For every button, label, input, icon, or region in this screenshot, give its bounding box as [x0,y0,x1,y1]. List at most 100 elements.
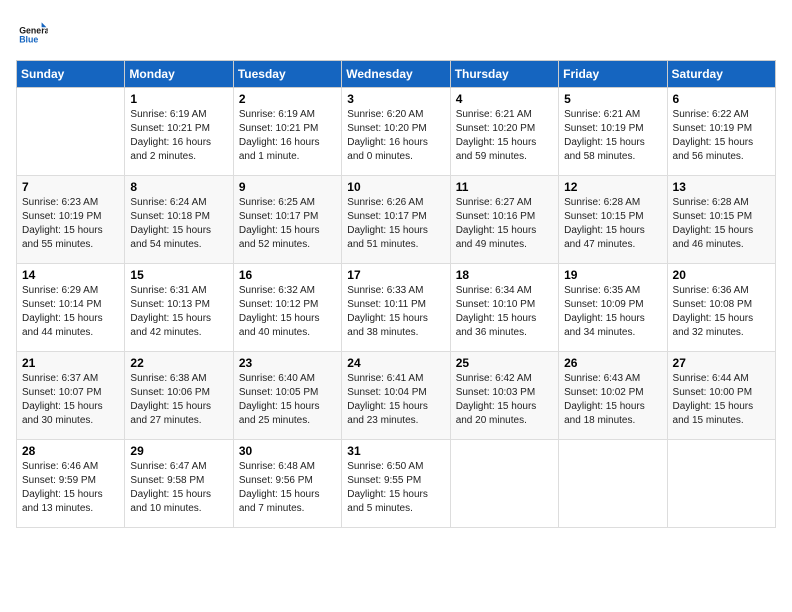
calendar-cell: 17Sunrise: 6:33 AM Sunset: 10:11 PM Dayl… [342,264,450,352]
calendar-cell: 25 Sunrise: 6:42 AM Sunset: 10:03 PM Dayl… [450,352,558,440]
calendar-cell: 8Sunrise: 6:24 AM Sunset: 10:18 PM Dayli… [125,176,233,264]
page-header: General Blue [16,16,776,48]
day-number: 28 [22,444,119,458]
calendar-cell: 13Sunrise: 6:28 AM Sunset: 10:15 PM Dayl… [667,176,775,264]
day-number: 26 [564,356,661,370]
column-header-tuesday: Tuesday [233,61,341,88]
column-header-thursday: Thursday [450,61,558,88]
calendar-cell: 22 Sunrise: 6:38 AM Sunset: 10:06 PM Dayl… [125,352,233,440]
day-info: Sunrise: 6:42 AM Sunset: 10:03 PM Daylig… [456,372,553,428]
svg-text:Blue: Blue [19,34,38,44]
day-number: 27 [673,356,770,370]
calendar-body: 1 Sunrise: 6:19 AM Sunset: 10:21 PM Dayli… [17,88,776,528]
calendar-header-row: SundayMondayTuesdayWednesdayThursdayFrid… [17,61,776,88]
calendar-week-3: 14 Sunrise: 6:29 AM Sunset: 10:14 PM Dayl… [17,264,776,352]
day-info: Sunrise: 6:29 AM Sunset: 10:14 PM Daylig… [22,284,119,340]
calendar-cell [450,440,558,528]
day-number: 2 [239,92,336,106]
calendar-cell: 2 Sunrise: 6:19 AM Sunset: 10:21 PM Dayli… [233,88,341,176]
calendar-cell [667,440,775,528]
day-number: 22 [130,356,227,370]
day-info: Sunrise: 6:28 AM Sunset: 10:15 PM Daylig… [564,196,661,252]
calendar-cell: 9Sunrise: 6:25 AM Sunset: 10:17 PM Dayli… [233,176,341,264]
day-number: 3 [347,92,444,106]
day-info: Sunrise: 6:19 AM Sunset: 10:21 PM Daylig… [239,108,336,164]
column-header-sunday: Sunday [17,61,125,88]
calendar-week-1: 1 Sunrise: 6:19 AM Sunset: 10:21 PM Dayli… [17,88,776,176]
day-info: Sunrise: 6:50 AM Sunset: 9:55 PM Dayligh… [347,460,444,516]
day-info: Sunrise: 6:21 AM Sunset: 10:20 PM Daylig… [456,108,553,164]
day-info: Sunrise: 6:47 AM Sunset: 9:58 PM Dayligh… [130,460,227,516]
day-info: Sunrise: 6:26 AM Sunset: 10:17 PM Daylig… [347,196,444,252]
day-number: 4 [456,92,553,106]
day-number: 17 [347,268,444,282]
column-header-saturday: Saturday [667,61,775,88]
day-number: 25 [456,356,553,370]
calendar-cell: 21Sunrise: 6:37 AM Sunset: 10:07 PM Dayl… [17,352,125,440]
calendar-cell: 11 Sunrise: 6:27 AM Sunset: 10:16 PM Dayl… [450,176,558,264]
calendar-cell: 1 Sunrise: 6:19 AM Sunset: 10:21 PM Dayli… [125,88,233,176]
calendar-cell: 3 Sunrise: 6:20 AM Sunset: 10:20 PM Dayli… [342,88,450,176]
day-number: 6 [673,92,770,106]
calendar-cell: 30Sunrise: 6:48 AM Sunset: 9:56 PM Dayli… [233,440,341,528]
day-number: 12 [564,180,661,194]
calendar-cell: 4 Sunrise: 6:21 AM Sunset: 10:20 PM Dayli… [450,88,558,176]
calendar-cell: 12 Sunrise: 6:28 AM Sunset: 10:15 PM Dayl… [559,176,667,264]
day-info: Sunrise: 6:41 AM Sunset: 10:04 PM Daylig… [347,372,444,428]
calendar-cell: 26 Sunrise: 6:43 AM Sunset: 10:02 PM Dayl… [559,352,667,440]
day-info: Sunrise: 6:31 AM Sunset: 10:13 PM Daylig… [130,284,227,340]
calendar-cell: 23Sunrise: 6:40 AM Sunset: 10:05 PM Dayl… [233,352,341,440]
day-info: Sunrise: 6:27 AM Sunset: 10:16 PM Daylig… [456,196,553,252]
day-number: 18 [456,268,553,282]
day-info: Sunrise: 6:44 AM Sunset: 10:00 PM Daylig… [673,372,770,428]
day-info: Sunrise: 6:21 AM Sunset: 10:19 PM Daylig… [564,108,661,164]
day-info: Sunrise: 6:32 AM Sunset: 10:12 PM Daylig… [239,284,336,340]
calendar-cell: 28Sunrise: 6:46 AM Sunset: 9:59 PM Dayli… [17,440,125,528]
day-info: Sunrise: 6:37 AM Sunset: 10:07 PM Daylig… [22,372,119,428]
day-info: Sunrise: 6:36 AM Sunset: 10:08 PM Daylig… [673,284,770,340]
day-info: Sunrise: 6:23 AM Sunset: 10:19 PM Daylig… [22,196,119,252]
day-number: 10 [347,180,444,194]
day-number: 19 [564,268,661,282]
calendar-cell: 27 Sunrise: 6:44 AM Sunset: 10:00 PM Dayl… [667,352,775,440]
calendar-week-4: 21Sunrise: 6:37 AM Sunset: 10:07 PM Dayl… [17,352,776,440]
day-info: Sunrise: 6:43 AM Sunset: 10:02 PM Daylig… [564,372,661,428]
calendar-week-2: 7 Sunrise: 6:23 AM Sunset: 10:19 PM Dayli… [17,176,776,264]
calendar-cell: 20 Sunrise: 6:36 AM Sunset: 10:08 PM Dayl… [667,264,775,352]
calendar-cell: 14 Sunrise: 6:29 AM Sunset: 10:14 PM Dayl… [17,264,125,352]
calendar-week-5: 28Sunrise: 6:46 AM Sunset: 9:59 PM Dayli… [17,440,776,528]
day-number: 1 [130,92,227,106]
day-number: 14 [22,268,119,282]
day-number: 5 [564,92,661,106]
calendar-cell: 19 Sunrise: 6:35 AM Sunset: 10:09 PM Dayl… [559,264,667,352]
day-info: Sunrise: 6:20 AM Sunset: 10:20 PM Daylig… [347,108,444,164]
calendar-cell: 5 Sunrise: 6:21 AM Sunset: 10:19 PM Dayli… [559,88,667,176]
calendar-cell: 18 Sunrise: 6:34 AM Sunset: 10:10 PM Dayl… [450,264,558,352]
day-number: 9 [239,180,336,194]
calendar-cell: 16 Sunrise: 6:32 AM Sunset: 10:12 PM Dayl… [233,264,341,352]
column-header-friday: Friday [559,61,667,88]
logo: General Blue [16,16,54,48]
day-info: Sunrise: 6:35 AM Sunset: 10:09 PM Daylig… [564,284,661,340]
day-number: 16 [239,268,336,282]
day-info: Sunrise: 6:24 AM Sunset: 10:18 PM Daylig… [130,196,227,252]
calendar-cell: 15 Sunrise: 6:31 AM Sunset: 10:13 PM Dayl… [125,264,233,352]
day-info: Sunrise: 6:19 AM Sunset: 10:21 PM Daylig… [130,108,227,164]
day-info: Sunrise: 6:38 AM Sunset: 10:06 PM Daylig… [130,372,227,428]
logo-icon: General Blue [16,16,48,48]
day-number: 20 [673,268,770,282]
day-number: 7 [22,180,119,194]
day-info: Sunrise: 6:34 AM Sunset: 10:10 PM Daylig… [456,284,553,340]
day-number: 31 [347,444,444,458]
day-number: 15 [130,268,227,282]
day-info: Sunrise: 6:40 AM Sunset: 10:05 PM Daylig… [239,372,336,428]
column-header-monday: Monday [125,61,233,88]
calendar-cell: 6Sunrise: 6:22 AM Sunset: 10:19 PM Dayli… [667,88,775,176]
calendar-cell: 7 Sunrise: 6:23 AM Sunset: 10:19 PM Dayli… [17,176,125,264]
calendar-table: SundayMondayTuesdayWednesdayThursdayFrid… [16,60,776,528]
day-info: Sunrise: 6:28 AM Sunset: 10:15 PM Daylig… [673,196,770,252]
day-number: 30 [239,444,336,458]
calendar-cell: 29Sunrise: 6:47 AM Sunset: 9:58 PM Dayli… [125,440,233,528]
day-number: 11 [456,180,553,194]
calendar-cell: 10 Sunrise: 6:26 AM Sunset: 10:17 PM Dayl… [342,176,450,264]
